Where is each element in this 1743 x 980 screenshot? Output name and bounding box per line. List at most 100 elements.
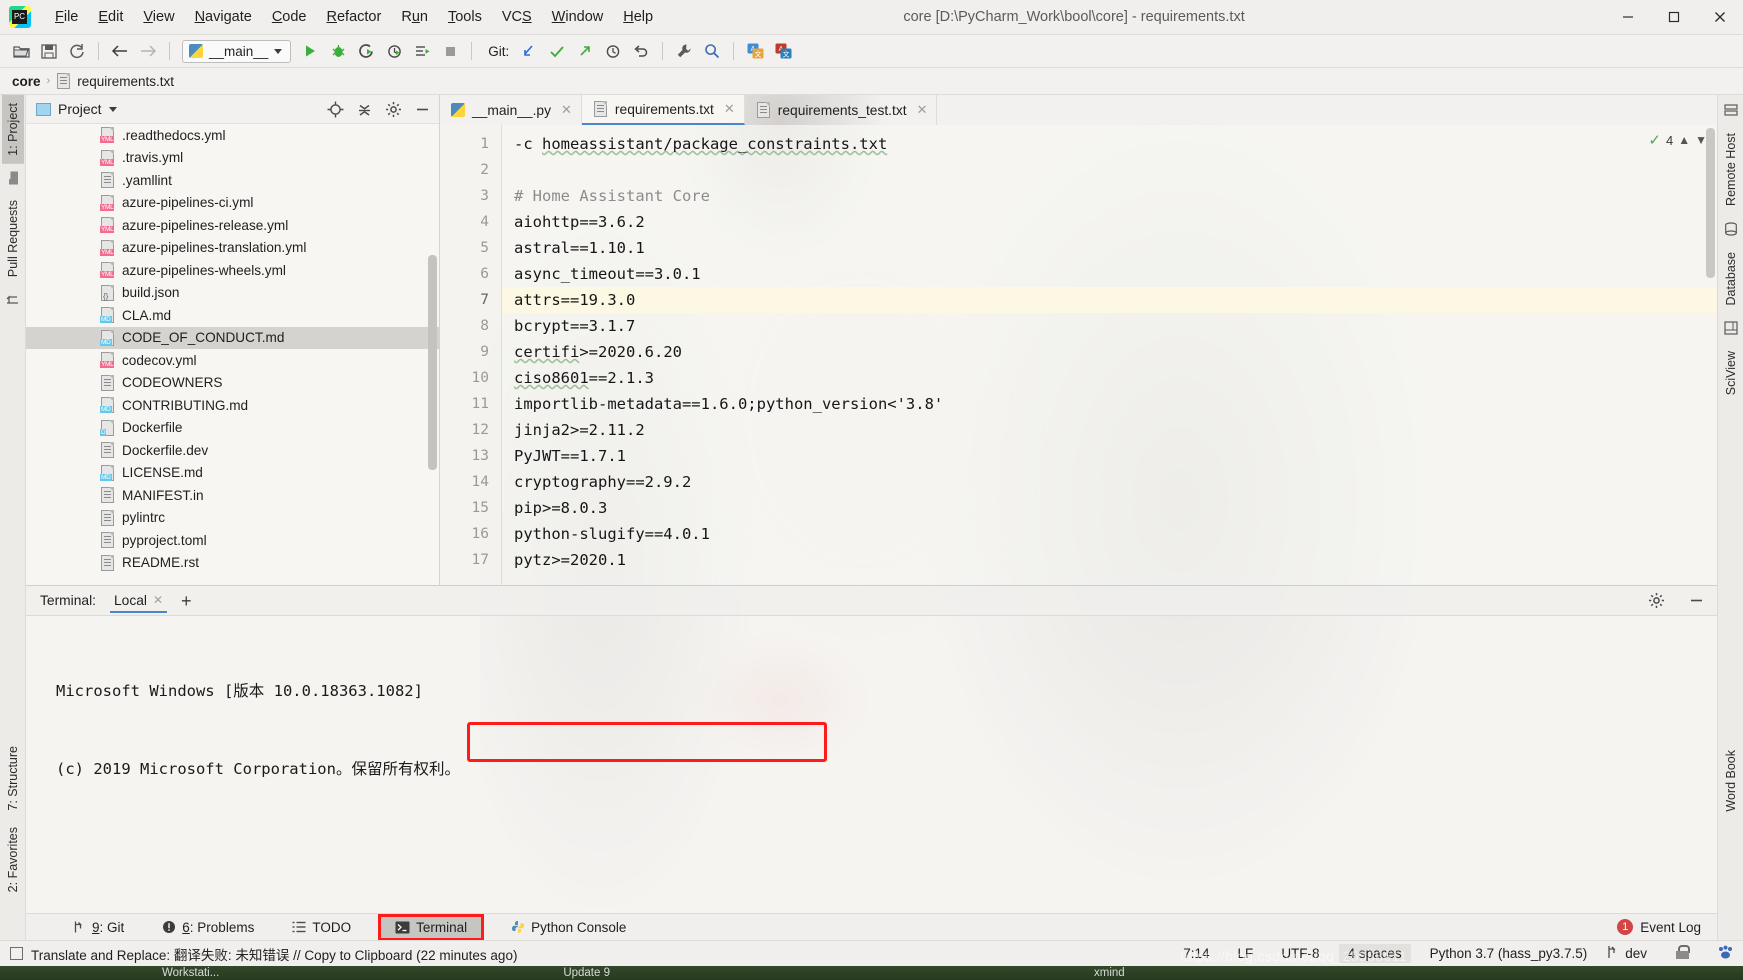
- search-icon[interactable]: [699, 39, 725, 64]
- menu-item-vcs[interactable]: VCS: [492, 5, 542, 29]
- terminal-output[interactable]: Microsoft Windows [版本 10.0.18363.1082] (…: [26, 616, 1717, 913]
- menu-item-run[interactable]: Run: [391, 5, 438, 29]
- profile-icon[interactable]: [381, 39, 407, 64]
- tree-item-license-md[interactable]: MD LICENSE.md: [26, 462, 439, 485]
- git-push-icon[interactable]: [572, 39, 598, 64]
- arrow-left-icon[interactable]: [107, 39, 133, 64]
- caret-position[interactable]: 7:14: [1174, 944, 1218, 963]
- translate-replace-icon[interactable]: A文: [770, 39, 796, 64]
- tree-item-dockerfile[interactable]: D Dockerfile: [26, 417, 439, 440]
- gear-icon[interactable]: [382, 98, 404, 120]
- history-icon[interactable]: [600, 39, 626, 64]
- menu-item-file[interactable]: File: [45, 5, 88, 29]
- menu-item-tools[interactable]: Tools: [438, 5, 492, 29]
- translate-icon[interactable]: A文: [742, 39, 768, 64]
- event-log-button[interactable]: 1 Event Log: [1617, 919, 1717, 935]
- hide-panel-icon[interactable]: [1683, 588, 1709, 614]
- close-button[interactable]: [1697, 0, 1743, 35]
- sidebar-item-project[interactable]: 1: Project: [1, 95, 24, 164]
- python-interpreter[interactable]: Python 3.7 (hass_py3.7.5): [1421, 944, 1597, 963]
- menu-item-code[interactable]: Code: [262, 5, 317, 29]
- refresh-icon[interactable]: [64, 39, 90, 64]
- tree-item-codecov-yml[interactable]: YML codecov.yml: [26, 349, 439, 372]
- tree-item-build-json[interactable]: {} build.json: [26, 282, 439, 305]
- plus-icon[interactable]: +: [181, 592, 192, 610]
- tool-window-button-6-problems[interactable]: 6: Problems: [154, 918, 262, 937]
- tree-item-pyproject-toml[interactable]: pyproject.toml: [26, 529, 439, 552]
- git-branch-widget[interactable]: dev: [1606, 945, 1657, 962]
- breadcrumb-root[interactable]: core: [12, 74, 41, 89]
- close-icon[interactable]: ✕: [724, 101, 735, 117]
- project-file-tree[interactable]: YML .readthedocs.yml YML .travis.yml .yamlli…: [26, 124, 439, 585]
- run-multiple-icon[interactable]: [409, 39, 435, 64]
- locate-target-icon[interactable]: [324, 98, 346, 120]
- tree-item-dockerfile-dev[interactable]: Dockerfile.dev: [26, 439, 439, 462]
- code-viewport[interactable]: 1 2 3 4 5 6 7 8 9 10 11 12 13 14 15 16 17 -c homeassista…: [440, 125, 1717, 585]
- tool-window-button-terminal[interactable]: Terminal: [378, 913, 485, 941]
- sidebar-item-database[interactable]: Database: [1720, 244, 1742, 314]
- tree-item-codeowners[interactable]: CODEOWNERS: [26, 372, 439, 395]
- paw-icon[interactable]: [1708, 943, 1743, 965]
- file-encoding[interactable]: UTF-8: [1272, 944, 1328, 963]
- menu-item-navigate[interactable]: Navigate: [185, 5, 262, 29]
- run-coverage-icon[interactable]: [353, 39, 379, 64]
- debug-bug-icon[interactable]: [325, 39, 351, 64]
- wrench-icon[interactable]: [671, 39, 697, 64]
- editor-tab-requirements-test-txt[interactable]: requirements_test.txt ✕: [745, 95, 938, 125]
- status-message[interactable]: Translate and Replace: 翻译失败: 未知错误 // Cop…: [31, 944, 517, 964]
- tool-window-button-9-git[interactable]: 9: Git: [64, 918, 132, 937]
- lock-icon[interactable]: [1667, 943, 1698, 964]
- sidebar-item-structure[interactable]: 7: Structure: [2, 738, 24, 819]
- project-tree-scrollbar[interactable]: [428, 255, 437, 470]
- sidebar-item-sciview[interactable]: SciView: [1720, 343, 1742, 403]
- tool-window-button-python-console[interactable]: Python Console: [503, 918, 634, 937]
- close-icon[interactable]: ✕: [153, 593, 163, 607]
- sidebar-item-remote-host[interactable]: Remote Host: [1720, 125, 1742, 214]
- close-icon[interactable]: ✕: [917, 102, 928, 118]
- editor-tab-requirements-txt[interactable]: requirements.txt ✕: [581, 95, 745, 125]
- sidebar-item-pull-requests[interactable]: Pull Requests: [2, 192, 24, 285]
- taskbar-item[interactable]: Workstati...: [150, 967, 231, 979]
- collapse-all-icon[interactable]: [353, 98, 375, 120]
- inspection-widget[interactable]: ✓ 4 ▲ ▼: [1648, 131, 1707, 149]
- minimize-button[interactable]: [1605, 0, 1651, 35]
- tool-window-button-todo[interactable]: TODO: [284, 918, 359, 937]
- tree-item--readthedocs-yml[interactable]: YML .readthedocs.yml: [26, 124, 439, 147]
- save-icon[interactable]: [36, 39, 62, 64]
- hide-panel-icon[interactable]: [411, 98, 433, 120]
- close-icon[interactable]: ✕: [561, 102, 572, 118]
- tree-item-readme-rst[interactable]: README.rst: [26, 552, 439, 575]
- tree-item--travis-yml[interactable]: YML .travis.yml: [26, 147, 439, 170]
- menu-item-edit[interactable]: Edit: [88, 5, 133, 29]
- maximize-button[interactable]: [1651, 0, 1697, 35]
- editor-tab--main-py[interactable]: __main__.py ✕: [440, 95, 582, 125]
- tree-item-azure-pipelines-wheels-yml[interactable]: YML azure-pipelines-wheels.yml: [26, 259, 439, 282]
- chevron-up-icon[interactable]: ▲: [1678, 133, 1690, 147]
- stop-icon[interactable]: [437, 39, 463, 64]
- sidebar-item-favorites[interactable]: 2: Favorites: [2, 819, 24, 900]
- taskbar-item[interactable]: xmind: [1082, 967, 1137, 979]
- line-separator[interactable]: LF: [1229, 944, 1263, 963]
- tree-item-azure-pipelines-translation-yml[interactable]: YML azure-pipelines-translation.yml: [26, 237, 439, 260]
- code-content[interactable]: -c homeassistant/package_constraints.txt…: [502, 125, 1717, 585]
- open-folder-icon[interactable]: [8, 39, 34, 64]
- tree-item-azure-pipelines-release-yml[interactable]: YML azure-pipelines-release.yml: [26, 214, 439, 237]
- sidebar-item-word-book[interactable]: Word Book: [1720, 742, 1742, 820]
- tree-item-contributing-md[interactable]: MD CONTRIBUTING.md: [26, 394, 439, 417]
- git-update-icon[interactable]: [516, 39, 542, 64]
- run-configuration-selector[interactable]: __main__: [182, 39, 292, 63]
- undo-icon[interactable]: [628, 39, 654, 64]
- menu-item-view[interactable]: View: [133, 5, 184, 29]
- gear-icon[interactable]: [1643, 588, 1669, 614]
- indent-setting[interactable]: 4 spaces: [1338, 944, 1411, 963]
- chevron-down-icon[interactable]: [108, 106, 117, 112]
- taskbar-item[interactable]: Update 9: [551, 967, 622, 979]
- git-commit-check-icon[interactable]: [544, 39, 570, 64]
- editor-scrollbar[interactable]: [1706, 128, 1715, 278]
- tree-item-cla-md[interactable]: MD CLA.md: [26, 304, 439, 327]
- breadcrumb-file[interactable]: requirements.txt: [77, 74, 174, 89]
- arrow-right-icon[interactable]: [135, 39, 161, 64]
- tree-item-manifest-in[interactable]: MANIFEST.in: [26, 484, 439, 507]
- menu-item-refactor[interactable]: Refactor: [317, 5, 392, 29]
- terminal-tab-local[interactable]: Local ✕: [109, 589, 168, 613]
